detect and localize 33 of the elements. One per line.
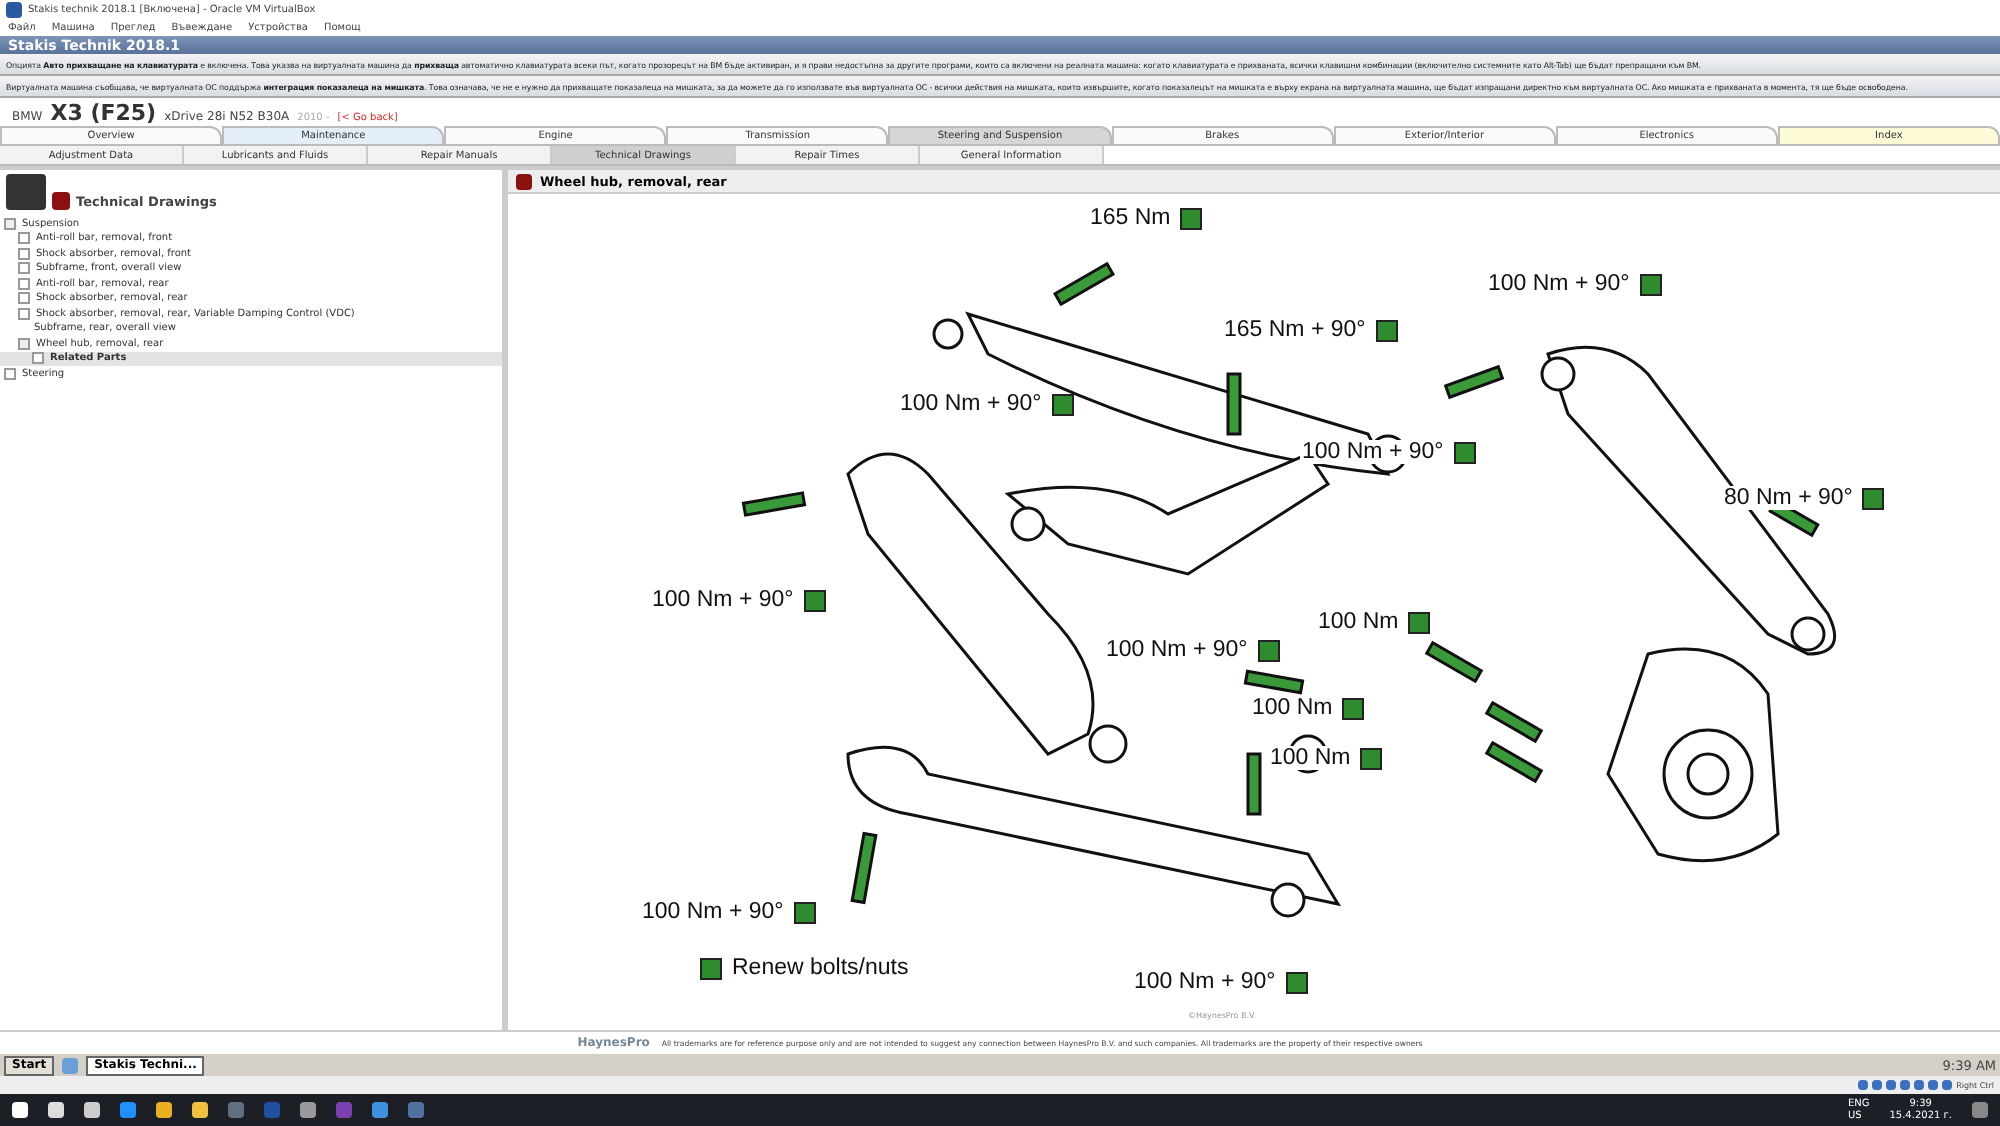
torque-label: 100 Nm: [1316, 610, 1401, 634]
expand-icon[interactable]: [4, 367, 16, 380]
legend-square-icon: [1285, 971, 1308, 993]
torque-label: 100 Nm + 90°: [1132, 970, 1278, 994]
torque-label: 100 Nm + 90°: [650, 588, 796, 612]
torque-label: 100 Nm: [1268, 746, 1353, 770]
legend-square-icon: [1408, 611, 1431, 633]
torque-label: 100 Nm + 90°: [1486, 272, 1632, 296]
legend-square-icon: [793, 901, 816, 923]
torque-label: 165 Nm: [1088, 206, 1173, 230]
vehicle-model: X3 (F25): [50, 100, 157, 126]
legend-square-icon: [803, 589, 826, 611]
legend-square-icon: [1257, 639, 1280, 661]
collapse-icon[interactable]: [4, 217, 16, 230]
torque-label: 100 Nm: [1250, 696, 1335, 720]
legend-square-icon: [700, 957, 722, 979]
legend-text: Renew bolts/nuts: [730, 956, 911, 980]
legend-square-icon: [1453, 441, 1476, 463]
expand-icon[interactable]: [32, 352, 44, 365]
torque-label: 100 Nm + 90°: [898, 392, 1044, 416]
torque-label: 100 Nm + 90°: [1104, 638, 1250, 662]
legend-square-icon: [1180, 207, 1203, 229]
legend-square-icon: [1342, 697, 1365, 719]
torque-label: 80 Nm + 90°: [1722, 486, 1855, 510]
torque-label: 100 Nm + 90°: [1300, 440, 1446, 464]
legend-square-icon: [1639, 273, 1662, 295]
legend-square-icon: [1051, 393, 1074, 415]
collapse-icon[interactable]: [18, 337, 30, 350]
torque-label: 100 Nm + 90°: [640, 900, 786, 924]
torque-label: 165 Nm + 90°: [1222, 318, 1368, 342]
legend-square-icon: [1862, 487, 1885, 509]
legend-square-icon: [1360, 747, 1383, 769]
legend-square-icon: [1375, 319, 1398, 341]
